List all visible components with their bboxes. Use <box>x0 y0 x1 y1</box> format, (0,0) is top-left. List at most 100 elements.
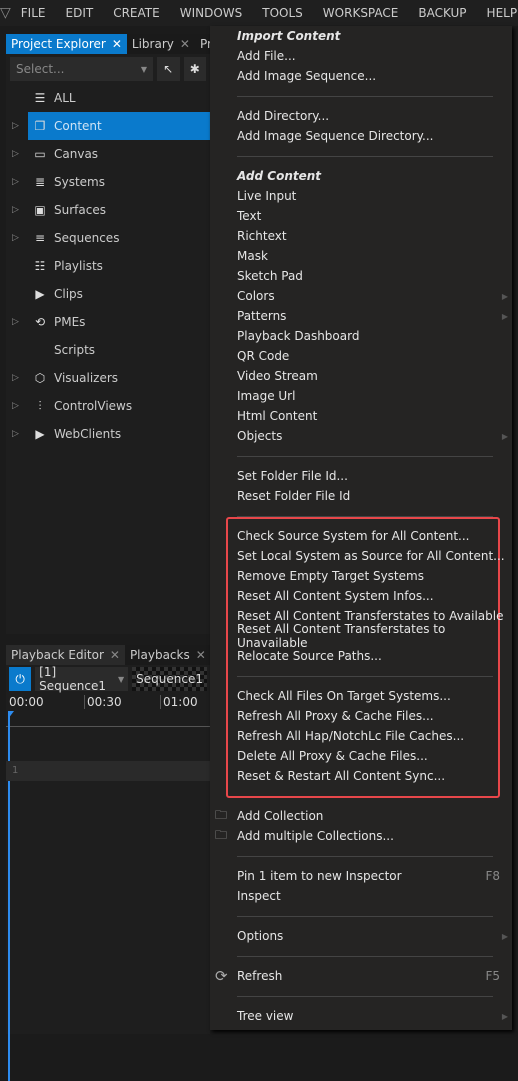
ruler-label: 00:30 <box>84 695 122 709</box>
menu-item-relocate-source-paths[interactable]: Relocate Source Paths... <box>210 646 512 666</box>
power-button[interactable]: ⏻ <box>9 667 32 691</box>
menu-item-label: Reset & Restart All Content Sync... <box>237 769 446 783</box>
menu-item-label: Live Input <box>237 189 297 203</box>
tree-item-systems[interactable]: ▷ ≣ Systems <box>6 168 210 196</box>
tree-item-label: Playlists <box>54 259 103 273</box>
menu-item-pin-1-item-to-new-inspector[interactable]: Pin 1 item to new Inspector F8 <box>210 866 512 886</box>
menu-item-delete-all-proxy-cache-files[interactable]: Delete All Proxy & Cache Files... <box>210 746 512 766</box>
menu-item-label: Tree view <box>237 1009 294 1023</box>
menu-item-mask[interactable]: Mask <box>210 246 512 266</box>
tree-item-webclients[interactable]: ▷ ▶ WebClients <box>6 420 210 448</box>
menu-item-live-input[interactable]: Live Input <box>210 186 512 206</box>
tree-item-scripts[interactable]: Scripts <box>6 336 210 364</box>
submenu-arrow-icon: ▶ <box>501 291 508 301</box>
expand-arrow-icon[interactable]: ▷ <box>12 373 19 383</box>
menu-item-label: Reset All Content System Infos... <box>237 589 434 603</box>
menu-item-tree-view[interactable]: Tree view ▶ <box>210 1006 512 1026</box>
menu-item-refresh-all-proxy-cache-files[interactable]: Refresh All Proxy & Cache Files... <box>210 706 512 726</box>
menu-item-set-folder-file-id[interactable]: Set Folder File Id... <box>210 466 512 486</box>
menu-item-options[interactable]: Options ▶ <box>210 926 512 946</box>
menu-item-label: Pin 1 item to new Inspector <box>237 869 402 883</box>
menu-item-objects[interactable]: Objects ▶ <box>210 426 512 446</box>
menu-item-label: Set Local System as Source for All Conte… <box>237 549 505 563</box>
close-icon[interactable]: ✕ <box>110 648 120 662</box>
menu-item-text[interactable]: Text <box>210 206 512 226</box>
menu-windows[interactable]: WINDOWS <box>170 6 253 20</box>
menu-item-label: Html Content <box>237 409 318 423</box>
menu-item-html-content[interactable]: Html Content <box>210 406 512 426</box>
expand-arrow-icon[interactable]: ▷ <box>12 121 19 131</box>
menu-item-add-multiple-collections[interactable]: 🗀 Add multiple Collections... <box>210 826 512 846</box>
menu-item-label: Remove Empty Target Systems <box>237 569 424 583</box>
menu-item-video-stream[interactable]: Video Stream <box>210 366 512 386</box>
menu-edit[interactable]: EDIT <box>56 6 104 20</box>
menu-item-remove-empty-target-systems[interactable]: Remove Empty Target Systems <box>210 566 512 586</box>
tree-item-pmes[interactable]: ▷ ⟲ PMEs <box>6 308 210 336</box>
tab-playback-editor[interactable]: Playback Editor ✕ <box>6 645 125 665</box>
menu-item-add-directory[interactable]: Add Directory... <box>210 106 512 126</box>
menu-item-image-url[interactable]: Image Url <box>210 386 512 406</box>
expand-arrow-icon[interactable]: ▷ <box>12 401 19 411</box>
menu-item-refresh-all-hap-notchlc-file-caches[interactable]: Refresh All Hap/NotchLc File Caches... <box>210 726 512 746</box>
menu-item-patterns[interactable]: Patterns ▶ <box>210 306 512 326</box>
menu-item-playback-dashboard[interactable]: Playback Dashboard <box>210 326 512 346</box>
menu-item-refresh[interactable]: ⟳ Refresh F5 <box>210 966 512 986</box>
tree-item-playlists[interactable]: ☷ Playlists <box>6 252 210 280</box>
tree-item-visualizers[interactable]: ▷ ⬡ Visualizers <box>6 364 210 392</box>
menu-item-add-collection[interactable]: 🗀 Add Collection <box>210 806 512 826</box>
menu-separator <box>237 956 493 957</box>
close-icon[interactable]: ✕ <box>180 37 190 51</box>
menu-item-reset-all-content-transferstates-to-unavailable[interactable]: Reset All Content Transferstates to Unav… <box>210 622 512 650</box>
close-icon[interactable]: ✕ <box>196 648 206 662</box>
menu-item-reset-all-content-system-infos[interactable]: Reset All Content System Infos... <box>210 586 512 606</box>
menu-item-reset-restart-all-content-sync[interactable]: Reset & Restart All Content Sync... <box>210 766 512 786</box>
menu-item-reset-folder-file-id[interactable]: Reset Folder File Id <box>210 486 512 506</box>
tree-item-clips[interactable]: ▶ Clips <box>6 280 210 308</box>
menu-item-add-image-sequence[interactable]: Add Image Sequence... <box>210 66 512 86</box>
menu-item-richtext[interactable]: Richtext <box>210 226 512 246</box>
tree-item-all[interactable]: ☰ ALL <box>6 84 210 112</box>
menu-item-label: Playback Dashboard <box>237 329 360 343</box>
menu-item-colors[interactable]: Colors ▶ <box>210 286 512 306</box>
filter-select[interactable]: Select... ▼ <box>10 57 154 81</box>
tree-item-sequences[interactable]: ▷ ≡ Sequences <box>6 224 210 252</box>
menu-item-label: Reset Folder File Id <box>237 489 351 503</box>
tab-library[interactable]: Library ✕ <box>127 34 195 54</box>
film-icon: ▶ <box>35 287 45 301</box>
expand-arrow-icon[interactable]: ▷ <box>12 205 19 215</box>
puzzle-tool-button[interactable]: ✱ <box>183 57 206 81</box>
menu-item-add-file[interactable]: Add File... <box>210 46 512 66</box>
sequence-select[interactable]: [1] Sequence1 ▼ <box>35 665 129 693</box>
menu-item-check-source-system-for-all-content[interactable]: Check Source System for All Content... <box>210 526 512 546</box>
close-icon[interactable]: ✕ <box>112 37 122 51</box>
menu-item-inspect[interactable]: Inspect <box>210 886 512 906</box>
menu-create[interactable]: CREATE <box>103 6 170 20</box>
menu-item-check-all-files-on-target-systems[interactable]: Check All Files On Target Systems... <box>210 686 512 706</box>
tree-item-controlviews[interactable]: ▷ ⫶ ControlViews <box>6 392 210 420</box>
expand-arrow-icon[interactable]: ▷ <box>12 177 19 187</box>
expand-arrow-icon[interactable]: ▷ <box>12 233 19 243</box>
timeline-ruler[interactable]: 00:00 00:30 01:00 <box>6 693 210 1081</box>
menu-backup[interactable]: BACKUP <box>408 6 476 20</box>
menu-item-sketch-pad[interactable]: Sketch Pad <box>210 266 512 286</box>
expand-arrow-icon[interactable]: ▷ <box>12 429 19 439</box>
app-logo-icon[interactable]: ▽ <box>0 5 11 21</box>
menu-file[interactable]: FILE <box>11 6 56 20</box>
playlist-icon: ☷ <box>34 259 46 273</box>
menu-tools[interactable]: TOOLS <box>252 6 313 20</box>
menu-help[interactable]: HELP <box>477 6 518 20</box>
tree-item-canvas[interactable]: ▷ ▭ Canvas <box>6 140 210 168</box>
expand-arrow-icon[interactable]: ▷ <box>12 317 19 327</box>
menu-workspace[interactable]: WORKSPACE <box>313 6 409 20</box>
menu-item-add-image-sequence-directory[interactable]: Add Image Sequence Directory... <box>210 126 512 146</box>
menu-item-set-local-system-as-source-for-all-content[interactable]: Set Local System as Source for All Conte… <box>210 546 512 566</box>
tab-playbacks[interactable]: Playbacks ✕ <box>125 645 211 665</box>
tree-item-content[interactable]: ▷ ❐ Content <box>12 112 210 140</box>
tab-project-explorer[interactable]: Project Explorer ✕ <box>6 34 127 54</box>
pointer-tool-button[interactable]: ↖ <box>157 57 180 81</box>
track-row[interactable]: 1 <box>6 761 210 781</box>
menu-item-qr-code[interactable]: QR Code <box>210 346 512 366</box>
cube-icon: ⬡ <box>34 371 46 385</box>
expand-arrow-icon[interactable]: ▷ <box>12 149 19 159</box>
tree-item-surfaces[interactable]: ▷ ▣ Surfaces <box>6 196 210 224</box>
